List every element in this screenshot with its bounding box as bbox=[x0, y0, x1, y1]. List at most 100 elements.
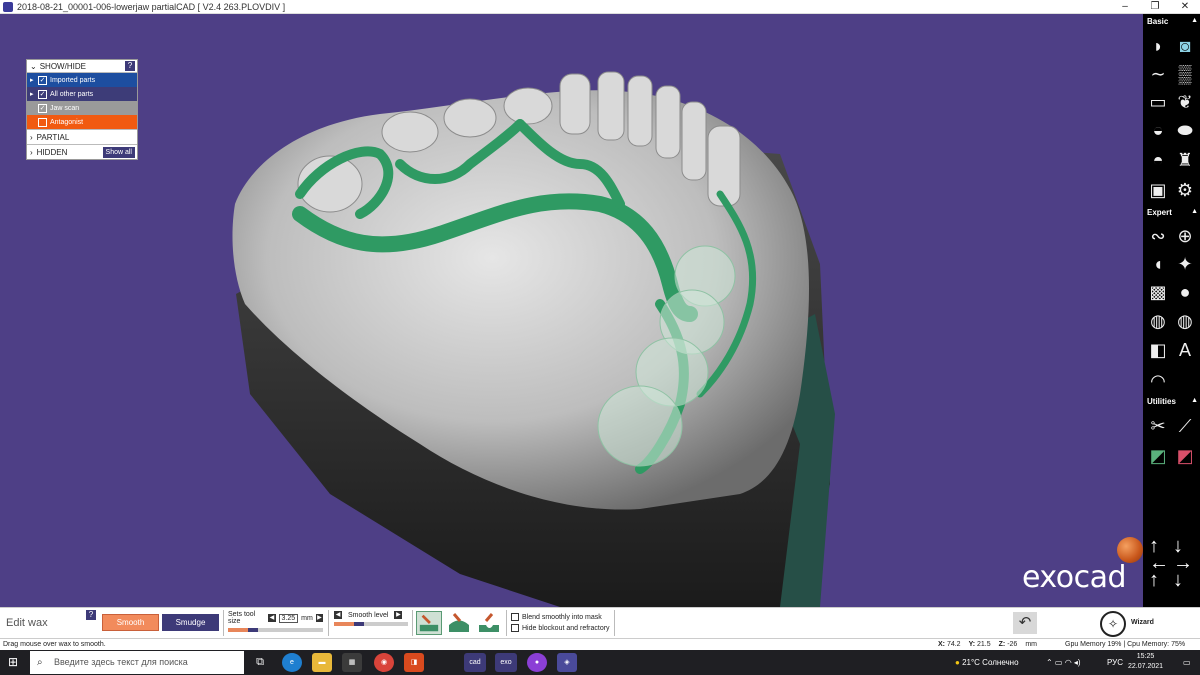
mesh-icon[interactable]: ▒ bbox=[1173, 62, 1197, 86]
camera-icon[interactable]: ◙ bbox=[1173, 34, 1197, 58]
paint-red-icon[interactable]: ◩ bbox=[1173, 444, 1197, 468]
tool-size-value[interactable]: 3.25 bbox=[278, 613, 299, 623]
grid-blob-icon[interactable]: ◍ bbox=[1173, 309, 1197, 333]
layer-all-other-parts[interactable]: ▸ ✓ All other parts bbox=[27, 87, 137, 101]
layer-jaw-scan[interactable]: ✓ Jaw scan bbox=[27, 101, 137, 115]
increase-level-button[interactable]: ▶ bbox=[394, 611, 403, 619]
hill-icon[interactable]: ◠ bbox=[1146, 369, 1170, 393]
mesh-grid-icon[interactable]: ▩ bbox=[1146, 280, 1170, 304]
collapse-caret-icon[interactable]: ▲ bbox=[1191, 397, 1198, 404]
expand-icon[interactable]: ▸ bbox=[30, 76, 38, 84]
imported-parts-checkbox[interactable]: ✓ bbox=[38, 75, 47, 85]
collapse-caret-icon[interactable]: ▲ bbox=[1191, 208, 1198, 215]
scissors-icon[interactable]: ✂ bbox=[1146, 414, 1170, 438]
chrome-icon[interactable]: ◉ bbox=[374, 653, 394, 672]
show-hide-header[interactable]: ⌄ SHOW/HIDE ? bbox=[27, 60, 137, 73]
show-all-button[interactable]: Show all bbox=[102, 146, 135, 158]
office-icon[interactable]: ◨ bbox=[404, 653, 424, 672]
antagonist-checkbox[interactable] bbox=[38, 117, 47, 127]
system-tray-icons[interactable]: ⌃ ▭ ◠ ◂) bbox=[1046, 650, 1081, 675]
exo-app-icon[interactable]: exo bbox=[495, 653, 517, 672]
windows-start-icon[interactable]: ⊞ bbox=[8, 656, 20, 668]
decrease-level-button[interactable]: ◀ bbox=[334, 611, 342, 619]
bar-icon[interactable]: ▭ bbox=[1146, 90, 1170, 114]
undo-button[interactable]: ↶ bbox=[1013, 612, 1037, 634]
notifications-icon[interactable]: ▭ bbox=[1183, 650, 1191, 675]
help-button[interactable]: ? bbox=[86, 610, 96, 620]
restore-button[interactable]: ❐ bbox=[1140, 0, 1170, 14]
minimize-button[interactable]: – bbox=[1110, 0, 1140, 14]
increase-size-button[interactable]: ▶ bbox=[315, 614, 323, 622]
paint-green-icon[interactable]: ◩ bbox=[1146, 444, 1170, 468]
camera-cut-icon[interactable]: ◧ bbox=[1146, 338, 1170, 362]
smooth-level-slider[interactable] bbox=[334, 622, 408, 626]
cap-icon[interactable]: ◓ bbox=[1146, 148, 1170, 172]
edge-icon[interactable]: e bbox=[282, 653, 302, 672]
tool-size-control: Sets tool size ◀ 3.25 mm ▶ bbox=[228, 611, 323, 632]
drop-icon[interactable]: ● bbox=[1173, 280, 1197, 304]
gear-icon[interactable]: ⚙ bbox=[1173, 178, 1197, 202]
help-button[interactable]: ? bbox=[125, 61, 135, 71]
wizard-icon[interactable]: ✧ bbox=[1100, 611, 1126, 637]
partial-section[interactable]: › PARTIAL bbox=[27, 129, 137, 144]
layer-imported-parts[interactable]: ▸ ✓ Imported parts bbox=[27, 73, 137, 87]
smooth-button[interactable]: Smooth bbox=[102, 614, 159, 631]
smudge-button[interactable]: Smudge bbox=[162, 614, 219, 631]
close-button[interactable]: ✕ bbox=[1170, 0, 1200, 14]
tool-size-slider[interactable] bbox=[228, 628, 323, 632]
bolt-icon[interactable]: ✦ bbox=[1173, 252, 1197, 276]
pill-icon[interactable]: ⬬ bbox=[1173, 118, 1197, 142]
exocad-app-icon[interactable]: ◈ bbox=[557, 653, 577, 672]
show-hide-panel: ⌄ SHOW/HIDE ? ▸ ✓ Imported parts ▸ ✓ All… bbox=[26, 59, 138, 160]
blend-smoothly-option[interactable]: Blend smoothly into mask bbox=[511, 613, 602, 621]
add-tube-icon[interactable]: ⊕ bbox=[1173, 224, 1197, 248]
hidden-label: HIDDEN bbox=[36, 147, 68, 157]
all-other-parts-checkbox[interactable]: ✓ bbox=[38, 89, 47, 99]
blend-checkbox[interactable] bbox=[511, 613, 519, 621]
photo-icon[interactable]: ▣ bbox=[1146, 178, 1170, 202]
store-icon[interactable]: ▦ bbox=[342, 653, 362, 672]
cad-app-icon[interactable]: cad bbox=[464, 653, 486, 672]
wire-icon[interactable]: ∼ bbox=[1146, 62, 1170, 86]
tool-title: Edit wax bbox=[6, 617, 48, 629]
smooth-level-control: ◀ Smooth level ▶ bbox=[334, 611, 408, 626]
tooth-icon[interactable]: ♜ bbox=[1173, 148, 1197, 172]
mode-add-icon[interactable] bbox=[446, 611, 472, 635]
task-view-icon[interactable]: ⧉ bbox=[250, 653, 270, 672]
clock-date: 22.07.2021 bbox=[1128, 663, 1164, 670]
spray-icon[interactable]: ◖ bbox=[1146, 252, 1170, 276]
arrow-up-icon[interactable]: ↑ bbox=[1149, 569, 1159, 592]
rope-icon[interactable]: ∾ bbox=[1146, 224, 1170, 248]
weather-widget[interactable]: ● 21°C Солнечно bbox=[955, 650, 1019, 675]
3d-viewport[interactable]: ⌄ SHOW/HIDE ? ▸ ✓ Imported parts ▸ ✓ All… bbox=[0, 14, 1143, 607]
hide-blockout-option[interactable]: Hide blockout and refractory bbox=[511, 624, 610, 632]
view-navigation-arrows[interactable]: ↑ ↓ ← → ↑ ↓ bbox=[1149, 535, 1197, 592]
file-explorer-icon[interactable]: ▬ bbox=[312, 653, 332, 672]
taskbar-clock[interactable]: 15:25 22.07.2021 bbox=[1128, 652, 1163, 672]
clasp-icon[interactable]: ◗ bbox=[1146, 34, 1170, 58]
layer-antagonist[interactable]: Antagonist bbox=[27, 115, 137, 129]
grid-mesh-icon[interactable]: ◍ bbox=[1146, 309, 1170, 333]
hidden-section[interactable]: › HIDDEN Show all bbox=[27, 144, 137, 159]
coord-x: 74.2 bbox=[946, 641, 961, 648]
color-app-icon[interactable]: ● bbox=[527, 653, 547, 672]
mode-smooth-icon[interactable] bbox=[416, 611, 442, 635]
language-indicator[interactable]: РУС bbox=[1107, 650, 1123, 675]
decrease-size-button[interactable]: ◀ bbox=[268, 614, 276, 622]
text-icon[interactable]: A bbox=[1173, 338, 1197, 362]
tooth bbox=[627, 75, 653, 147]
jaw-scan-checkbox[interactable]: ✓ bbox=[38, 103, 47, 113]
jaw-model-render[interactable] bbox=[0, 14, 1143, 607]
knife-icon[interactable]: ⟋ bbox=[1173, 414, 1197, 438]
mode-remove-icon[interactable] bbox=[476, 611, 502, 635]
saddle-icon[interactable]: ❦ bbox=[1173, 90, 1197, 114]
retention-icon[interactable]: ◒ bbox=[1146, 118, 1170, 142]
hide-blockout-checkbox[interactable] bbox=[511, 624, 519, 632]
arrow-down-icon[interactable]: ↓ bbox=[1173, 569, 1183, 592]
wizard-label[interactable]: Wizard bbox=[1131, 619, 1154, 626]
collapse-caret-icon[interactable]: ▲ bbox=[1191, 17, 1198, 24]
taskbar-search-box[interactable]: ⌕ Введите здесь текст для поиска bbox=[30, 651, 244, 674]
smooth-level-label: Smooth level bbox=[348, 611, 389, 619]
windows-taskbar: ⊞ ⌕ Введите здесь текст для поиска ⧉ e ▬… bbox=[0, 650, 1200, 675]
expand-icon[interactable]: ▸ bbox=[30, 90, 38, 98]
